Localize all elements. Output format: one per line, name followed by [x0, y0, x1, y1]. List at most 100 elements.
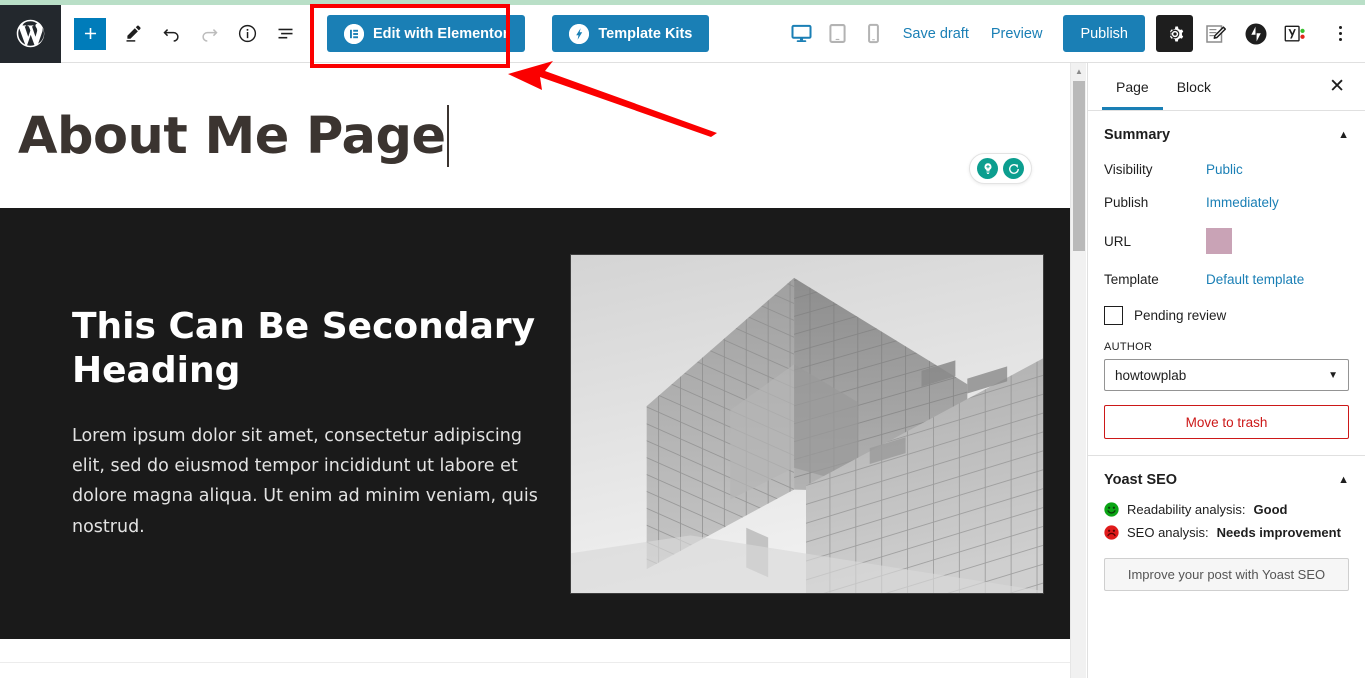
pending-review-label: Pending review	[1134, 308, 1227, 323]
kebab-dot	[1338, 32, 1342, 35]
tab-block[interactable]: Block	[1163, 63, 1225, 110]
hero-heading[interactable]: This Can Be Secondary Heading	[72, 305, 542, 393]
wordpress-logo-button[interactable]	[0, 4, 61, 63]
scrollbar-up-arrow[interactable]: ▲	[1071, 63, 1087, 79]
summary-row-publish: Publish Immediately	[1088, 186, 1365, 219]
url-redacted-value[interactable]	[1206, 228, 1232, 254]
undo-button[interactable]	[152, 15, 190, 53]
save-draft-button[interactable]: Save draft	[892, 16, 980, 52]
chevron-up-icon[interactable]: ▲	[1338, 474, 1349, 486]
publish-value[interactable]: Immediately	[1206, 195, 1279, 210]
summary-row-visibility: Visibility Public	[1088, 153, 1365, 186]
move-to-trash-button[interactable]: Move to trash	[1104, 405, 1349, 439]
details-info-button[interactable]	[228, 15, 266, 53]
list-view-icon	[278, 28, 292, 39]
settings-sidebar: Page Block ✕ Summary ▲ Visibility Public…	[1087, 63, 1365, 678]
gear-icon	[1169, 26, 1183, 41]
device-preview-mobile-button[interactable]	[856, 16, 892, 52]
yoast-title: Yoast SEO	[1104, 472, 1178, 488]
yoast-icon	[1284, 25, 1305, 42]
info-icon	[238, 24, 256, 43]
template-kits-label: Template Kits	[598, 25, 693, 42]
seo-analysis-label: SEO analysis:	[1127, 525, 1209, 540]
preview-button[interactable]: Preview	[980, 16, 1054, 52]
readability-analysis-row: Readability analysis: Good	[1088, 498, 1365, 521]
plus-icon	[84, 27, 96, 40]
readability-analysis-value: Good	[1253, 502, 1288, 517]
refresh-glyph	[1008, 163, 1019, 174]
chevron-up-icon[interactable]: ▲	[1338, 129, 1349, 141]
pencil-icon	[126, 25, 141, 42]
template-kits-glyph	[569, 23, 590, 44]
kebab-dot	[1338, 26, 1342, 29]
yoast-seo-button[interactable]	[1279, 17, 1313, 51]
readability-analysis-label: Readability analysis:	[1127, 502, 1246, 517]
text-caret	[446, 105, 449, 167]
visibility-label: Visibility	[1104, 162, 1153, 177]
wordpress-block-editor: Edit with Elementor Template Kits Save d…	[0, 0, 1365, 678]
canvas-gap-block	[0, 639, 1070, 663]
desktop-icon	[791, 24, 812, 43]
hero-image[interactable]	[570, 253, 1044, 594]
visibility-value[interactable]: Public	[1206, 162, 1243, 177]
seo-analysis-row: SEO analysis: Needs improvement	[1088, 521, 1365, 544]
canvas-scrollbar[interactable]: ▲	[1070, 63, 1086, 678]
notepad-pencil-icon	[1206, 24, 1227, 43]
sidebar-tabs: Page Block ✕	[1088, 63, 1365, 111]
frowny-bad-glyph	[1104, 525, 1119, 540]
kebab-dot	[1338, 38, 1342, 41]
template-kits-logo-icon	[569, 23, 590, 44]
tab-page[interactable]: Page	[1102, 63, 1163, 110]
frowny-bad-icon	[1104, 525, 1119, 540]
hero-paragraph[interactable]: Lorem ipsum dolor sit amet, consectetur …	[72, 421, 542, 541]
chevron-down-icon: ▼	[1328, 369, 1338, 381]
smiley-good-glyph	[1104, 502, 1119, 517]
hero-block[interactable]: This Can Be Secondary Heading Lorem ipsu…	[0, 208, 1070, 639]
pending-review-checkbox[interactable]	[1104, 306, 1123, 325]
wordpress-logo-icon	[16, 19, 45, 48]
publish-button[interactable]: Publish	[1063, 15, 1145, 52]
editor-toolbar: Edit with Elementor Template Kits Save d…	[0, 4, 1365, 63]
lightbulb-glyph	[984, 162, 991, 174]
add-block-button[interactable]	[74, 17, 106, 50]
page-title[interactable]: About Me Page	[18, 109, 446, 164]
settings-button[interactable]	[1156, 15, 1193, 52]
mobile-icon	[868, 23, 880, 44]
edit-tool-button[interactable]	[114, 15, 152, 53]
summary-title: Summary	[1104, 127, 1171, 143]
device-preview-tablet-button[interactable]	[820, 16, 856, 52]
redo-button[interactable]	[190, 15, 228, 53]
editor-canvas[interactable]: About Me Page This Can Be Secondary Head…	[0, 63, 1070, 678]
summary-section-header[interactable]: Summary ▲	[1088, 111, 1365, 153]
seo-analysis-value: Needs improvement	[1216, 525, 1341, 540]
template-kits-button[interactable]: Template Kits	[552, 15, 710, 52]
template-value[interactable]: Default template	[1206, 272, 1304, 287]
office-building-photo	[571, 254, 1043, 593]
edit-with-elementor-label: Edit with Elementor	[373, 25, 509, 42]
refresh-icon[interactable]	[1003, 158, 1024, 179]
url-label: URL	[1104, 233, 1132, 249]
floating-tools-pill[interactable]	[969, 153, 1032, 184]
improve-post-yoast-button[interactable]: Improve your post with Yoast SEO	[1104, 558, 1349, 591]
device-preview-desktop-button[interactable]	[784, 16, 820, 52]
edit-notepad-button[interactable]	[1199, 17, 1233, 51]
close-sidebar-button[interactable]: ✕	[1323, 73, 1351, 100]
scrollbar-thumb[interactable]	[1073, 81, 1085, 251]
elementor-glyph	[344, 23, 364, 44]
jetpack-button[interactable]	[1239, 17, 1273, 51]
edit-with-elementor-button[interactable]: Edit with Elementor	[327, 15, 526, 52]
author-select[interactable]: howtowplab ▼	[1104, 359, 1349, 391]
author-label: AUTHOR	[1104, 341, 1153, 353]
lightbulb-plus-icon[interactable]	[977, 158, 998, 179]
smiley-good-icon	[1104, 502, 1119, 517]
yoast-section-header[interactable]: Yoast SEO ▲	[1088, 456, 1365, 498]
hero-text-column: This Can Be Secondary Heading Lorem ipsu…	[72, 305, 542, 541]
canvas-next-block	[0, 663, 1070, 678]
jetpack-icon	[1245, 23, 1267, 44]
elementor-logo-icon	[344, 23, 364, 44]
more-options-button[interactable]	[1325, 17, 1355, 51]
pending-review-row[interactable]: Pending review	[1088, 296, 1365, 329]
page-title-area[interactable]: About Me Page	[0, 63, 1070, 208]
list-view-button[interactable]	[266, 15, 304, 53]
toolbar-right-group: Save draft Preview Publish	[784, 15, 1365, 52]
